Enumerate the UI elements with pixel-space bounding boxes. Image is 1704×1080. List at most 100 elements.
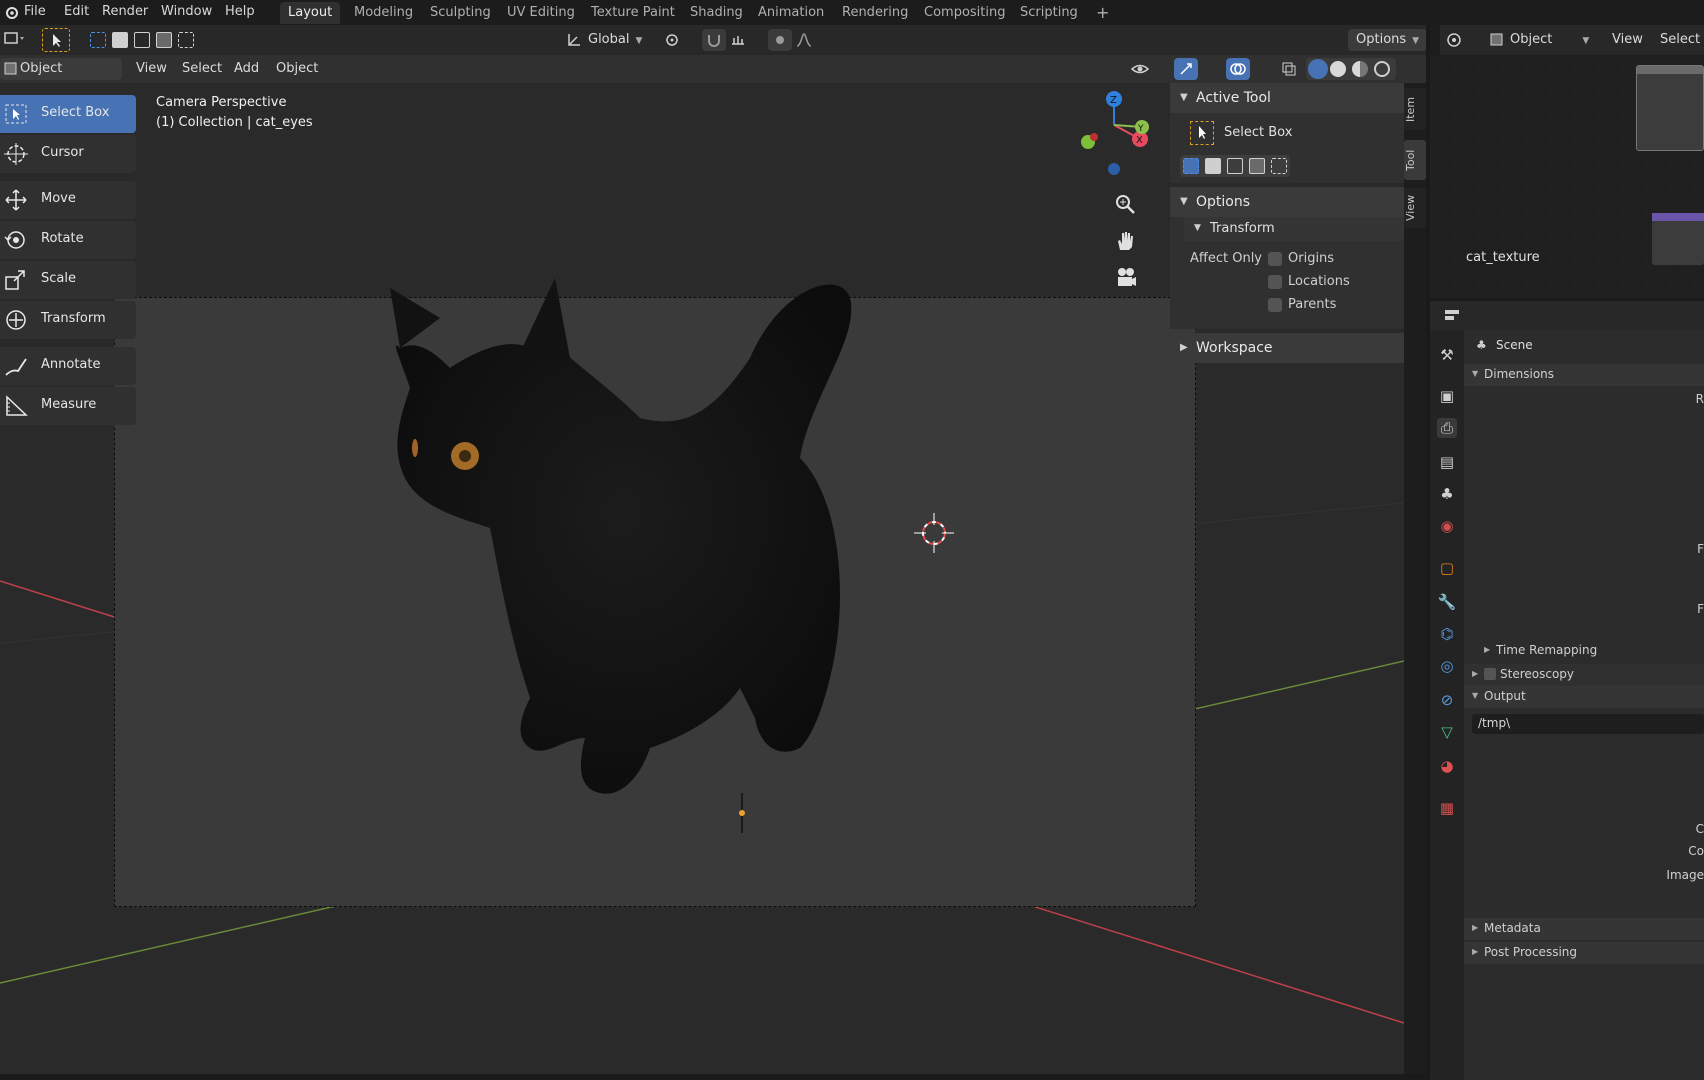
locations-checkbox[interactable] — [1268, 275, 1282, 289]
origins-checkbox[interactable] — [1268, 252, 1282, 266]
shader-node[interactable] — [1652, 213, 1704, 265]
texture-properties-icon[interactable]: ▦ — [1437, 798, 1457, 818]
tab-modeling[interactable]: Modeling — [346, 2, 421, 24]
menu-render[interactable]: Render — [102, 4, 148, 19]
editor-type-dropdown[interactable] — [1442, 29, 1478, 51]
texture-node[interactable] — [1636, 65, 1704, 151]
menu-file[interactable]: File — [24, 4, 46, 19]
node-menu-view[interactable]: View — [1604, 29, 1651, 51]
world-properties-icon[interactable]: ◉ — [1437, 516, 1457, 536]
object-dropdown[interactable]: Object ▼ — [1486, 29, 1597, 51]
active-tool-panel-header[interactable]: ▼ Active Tool — [1170, 83, 1404, 113]
post-processing-panel-header[interactable]: ▶ Post Processing — [1464, 942, 1704, 964]
mode-intersect-icon[interactable] — [178, 32, 194, 48]
select-tool-icon[interactable] — [42, 28, 70, 52]
hand-pan-icon[interactable] — [1114, 229, 1138, 253]
material-properties-icon[interactable]: ◕ — [1437, 756, 1457, 776]
mode-difference-icon[interactable] — [156, 32, 172, 48]
tool-scale[interactable]: Scale — [0, 261, 136, 299]
constraints-properties-icon[interactable]: ⊘ — [1437, 690, 1457, 710]
mode-subtract-icon[interactable] — [134, 32, 150, 48]
menu-add[interactable]: Add — [226, 58, 267, 80]
transform-subpanel-header[interactable]: ▼ Transform — [1184, 217, 1404, 241]
rendered-shading-icon[interactable] — [1374, 61, 1390, 77]
mode-new-icon[interactable] — [1183, 158, 1199, 174]
tab-compositing[interactable]: Compositing — [916, 2, 1014, 24]
tab-item[interactable]: Item — [1404, 88, 1426, 130]
blender-logo-icon[interactable] — [4, 4, 20, 20]
menu-edit[interactable]: Edit — [64, 4, 89, 19]
stereoscopy-panel-header[interactable]: ▶ Stereoscopy — [1464, 664, 1704, 686]
scene-properties-icon[interactable]: ♣ — [1437, 484, 1457, 504]
overlays-toggle[interactable] — [1226, 58, 1250, 80]
tool-transform[interactable]: Transform — [0, 301, 136, 339]
mode-subtract-icon[interactable] — [1227, 158, 1243, 174]
xray-toggle[interactable] — [1278, 58, 1302, 80]
physics-properties-icon[interactable]: ◎ — [1437, 656, 1457, 676]
pivot-point-dropdown[interactable] — [660, 29, 696, 51]
snap-target-dropdown[interactable] — [728, 29, 760, 51]
tab-tool[interactable]: Tool — [1404, 140, 1426, 180]
stereoscopy-checkbox[interactable] — [1484, 668, 1496, 680]
visibility-dropdown[interactable] — [1128, 58, 1166, 80]
properties-editor-type-dropdown[interactable] — [1440, 304, 1476, 326]
tool-measure[interactable]: Measure — [0, 387, 136, 425]
mode-extend-icon[interactable] — [1205, 158, 1221, 174]
material-shading-icon[interactable] — [1352, 61, 1368, 77]
view-layer-icon[interactable]: ▤ — [1437, 452, 1457, 472]
tab-view[interactable]: View — [1404, 188, 1426, 228]
options-dropdown[interactable]: Options ▼ — [1348, 29, 1428, 51]
tab-sculpting[interactable]: Sculpting — [422, 2, 499, 24]
gizmo-toggle[interactable] — [1174, 58, 1198, 80]
tab-scripting[interactable]: Scripting — [1012, 2, 1086, 24]
shader-editor[interactable]: cat_texture — [1430, 25, 1704, 298]
tab-rendering[interactable]: Rendering — [834, 2, 916, 24]
output-panel-header[interactable]: ▼ Output — [1464, 686, 1704, 708]
tab-shading[interactable]: Shading — [682, 2, 751, 24]
solid-shading-icon[interactable] — [1330, 61, 1346, 77]
zoom-icon[interactable] — [1114, 193, 1138, 217]
mode-dropdown[interactable]: Object Mode▼ — [0, 58, 122, 98]
tab-animation[interactable]: Animation — [750, 2, 832, 24]
wireframe-shading-icon[interactable] — [1308, 59, 1328, 79]
menu-view[interactable]: View — [128, 58, 175, 80]
navigation-gizmo[interactable]: Z X Y — [1060, 87, 1160, 177]
proportional-edit-toggle[interactable] — [768, 29, 792, 51]
area-separator[interactable] — [1430, 298, 1704, 301]
particles-properties-icon[interactable]: ⌬ — [1437, 624, 1457, 644]
area-separator[interactable] — [0, 1074, 1426, 1080]
tool-rotate[interactable]: Rotate — [0, 221, 136, 259]
mode-intersect-icon[interactable] — [1271, 158, 1287, 174]
menu-window[interactable]: Window — [161, 4, 212, 19]
mode-extend-icon[interactable] — [112, 32, 128, 48]
object-properties-icon[interactable]: ▢ — [1437, 558, 1457, 578]
metadata-panel-header[interactable]: ▶ Metadata — [1464, 918, 1704, 940]
menu-object[interactable]: Object — [268, 58, 326, 80]
time-remapping-header[interactable]: ▶ Time Remapping — [1476, 640, 1704, 662]
tool-properties-icon[interactable]: ⚒ — [1437, 345, 1457, 365]
workspace-panel-header[interactable]: ▶ Workspace — [1170, 333, 1404, 363]
mode-new-icon[interactable] — [90, 32, 106, 48]
camera-view-icon[interactable] — [1114, 265, 1138, 289]
add-workspace-button[interactable]: + — [1088, 2, 1117, 24]
dimensions-panel-header[interactable]: ▼ Dimensions — [1464, 364, 1704, 386]
tab-uv-editing[interactable]: UV Editing — [499, 2, 583, 24]
render-properties-icon[interactable]: ▣ — [1437, 386, 1457, 406]
menu-help[interactable]: Help — [225, 4, 255, 19]
tool-select-box[interactable]: Select Box — [0, 95, 136, 133]
node-menu-select[interactable]: Select — [1652, 29, 1704, 51]
3d-cursor-icon[interactable] — [914, 513, 954, 553]
tool-move[interactable]: Move — [0, 181, 136, 219]
modifier-properties-icon[interactable]: 🔧 — [1437, 592, 1457, 612]
tab-layout[interactable]: Layout — [280, 2, 341, 24]
snap-toggle[interactable] — [702, 29, 726, 51]
parents-checkbox[interactable] — [1268, 298, 1282, 312]
cat-model[interactable] — [380, 278, 940, 858]
falloff-dropdown[interactable] — [794, 29, 828, 51]
menu-select[interactable]: Select — [174, 58, 230, 80]
area-separator[interactable] — [1426, 25, 1430, 1080]
output-path-field[interactable]: /tmp\ — [1472, 714, 1704, 734]
options-panel-header[interactable]: ▼ Options — [1170, 187, 1404, 217]
mode-difference-icon[interactable] — [1249, 158, 1265, 174]
data-properties-icon[interactable]: ▽ — [1437, 722, 1457, 742]
